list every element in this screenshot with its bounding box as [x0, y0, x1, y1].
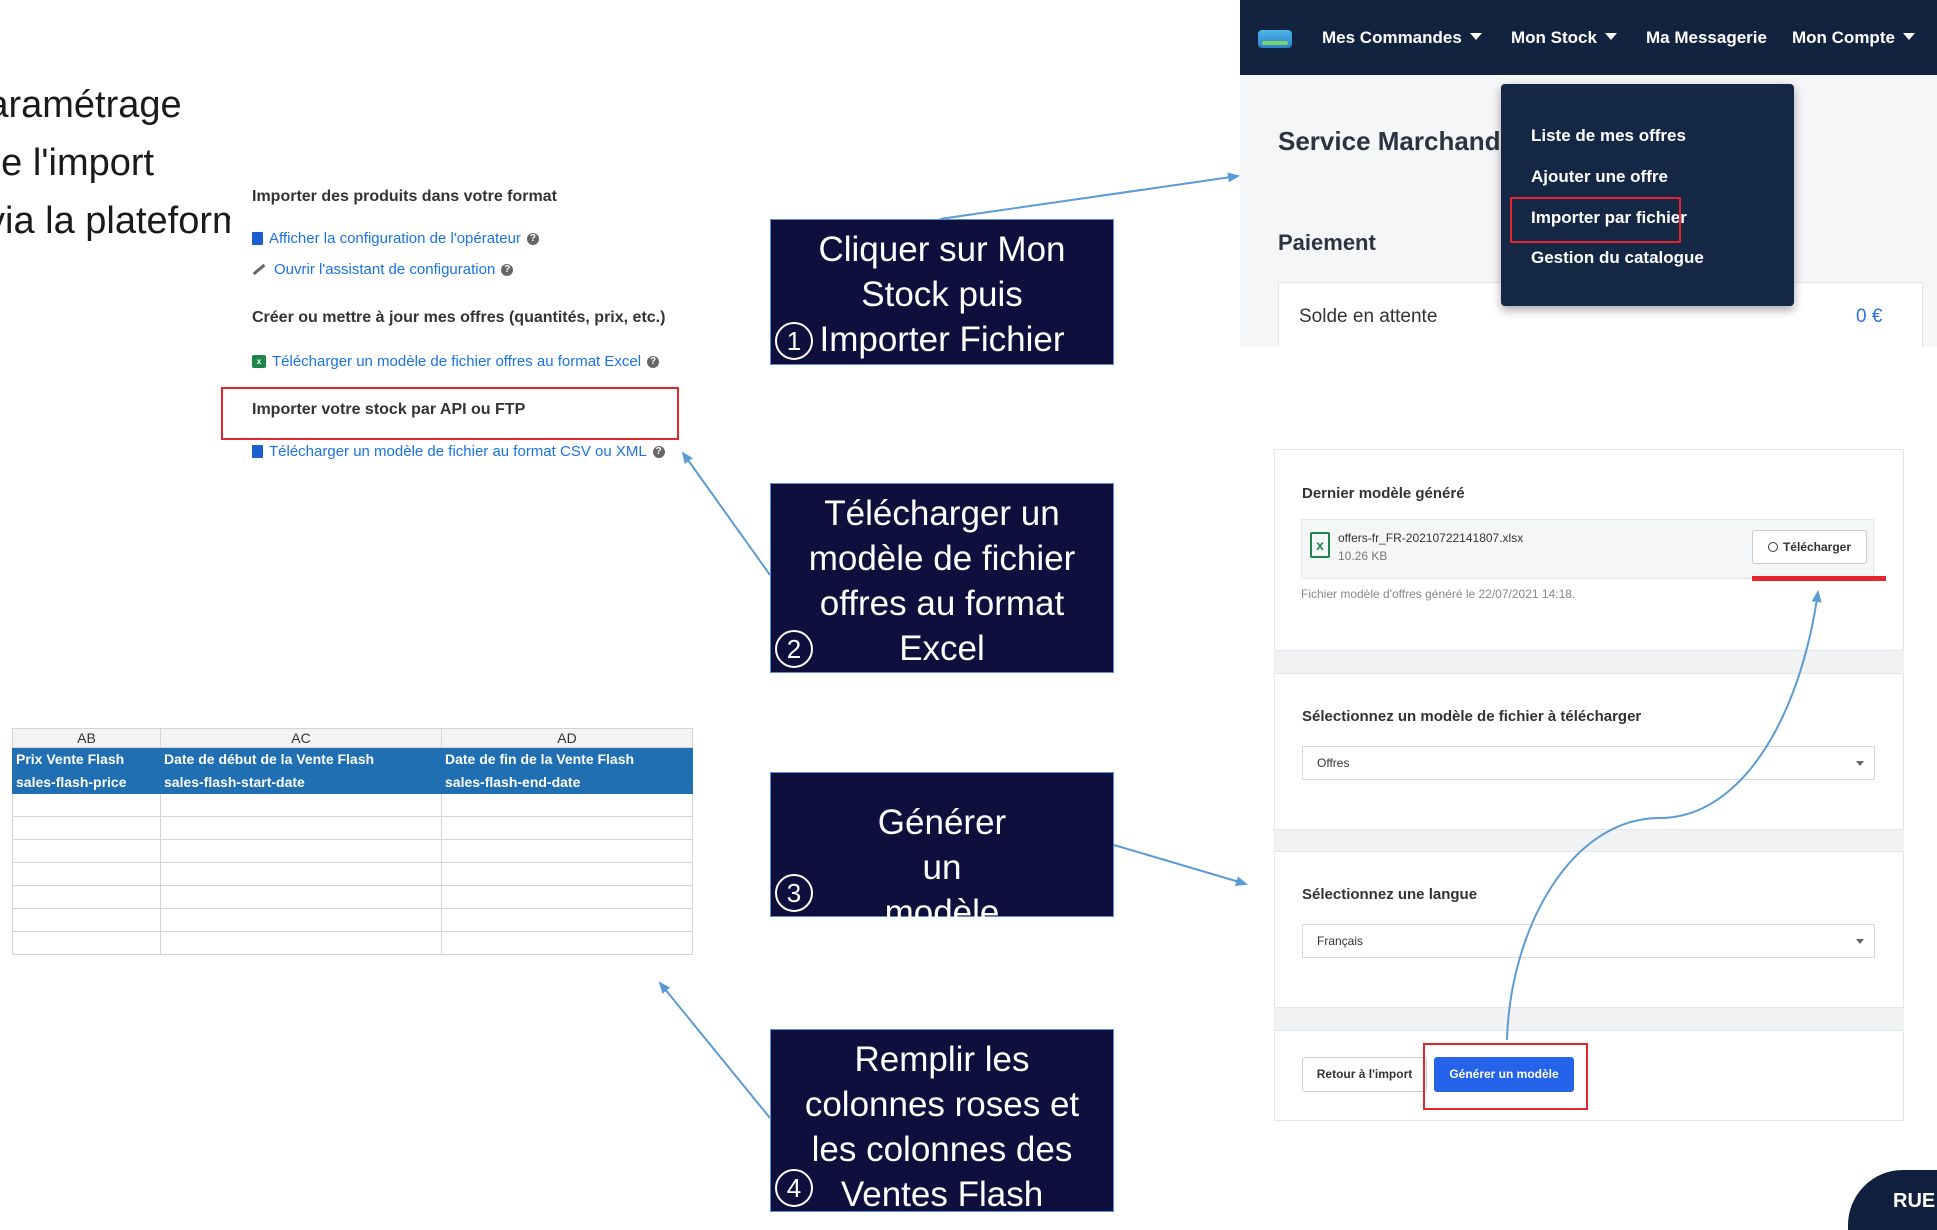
arrows-layer [658, 172, 1822, 1119]
arrow-step-1 [939, 172, 1240, 220]
arrow-step-3 [1113, 844, 1248, 886]
arrow-step-2 [681, 451, 771, 576]
arrow-generate-to-download [1506, 590, 1822, 1041]
arrow-step-4 [658, 981, 771, 1119]
